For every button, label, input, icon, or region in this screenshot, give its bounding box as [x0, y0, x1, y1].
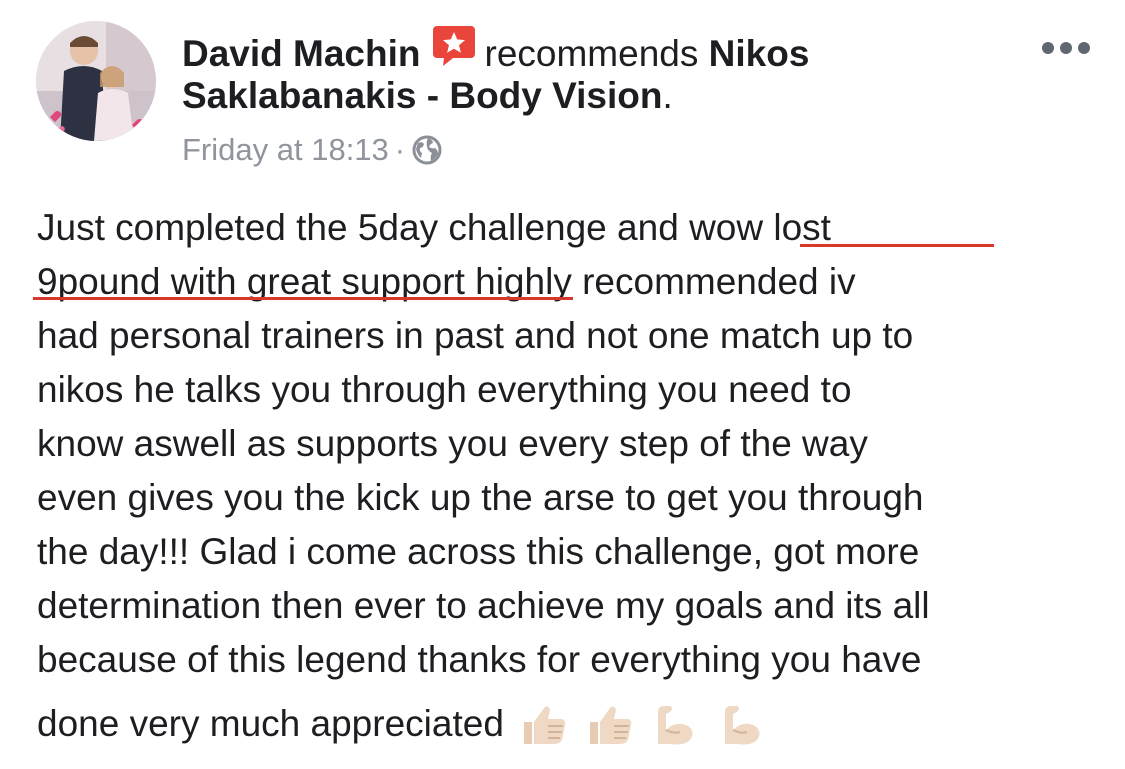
body-line: because of this legend thanks for everyt…	[37, 639, 922, 680]
highlighted-phrase: 9pound with great support	[37, 261, 465, 302]
timestamp[interactable]: Friday at 18:13	[182, 132, 389, 167]
body-line: done very much appreciated	[37, 697, 1107, 751]
recommend-star-icon	[431, 24, 477, 68]
more-options-icon[interactable]	[1038, 28, 1094, 68]
flexed-biceps-emoji	[717, 702, 767, 746]
avatar[interactable]	[36, 21, 156, 141]
post-meta: Friday at 18:13 ·	[182, 130, 443, 170]
body-line: nikos he talks you through everything yo…	[37, 369, 852, 410]
body-text-segment: done very much appreciated	[37, 703, 504, 744]
flexed-biceps-emoji	[650, 702, 700, 746]
body-line: determination then ever to achieve my go…	[37, 585, 930, 626]
body-line: 9pound with great support highly recomme…	[37, 255, 1107, 309]
meta-separator: ·	[394, 132, 406, 167]
annotation-underline	[33, 297, 573, 300]
body-line: the day!!! Glad i come across this chall…	[37, 531, 920, 572]
thumbs-up-emoji	[584, 702, 634, 746]
post-header-line-1: David Machin recommends Nikos	[182, 24, 809, 76]
body-text-segment: highly recommended iv	[464, 261, 856, 302]
header-period: .	[662, 75, 673, 116]
recommendation-post: David Machin recommends Nikos Saklabanak…	[0, 0, 1125, 769]
body-line: know aswell as supports you every step o…	[37, 423, 868, 464]
globe-icon[interactable]	[411, 134, 443, 166]
post-body: Just completed the 5day challenge and wo…	[37, 201, 1107, 751]
page-name-part1[interactable]: Nikos	[709, 33, 810, 74]
body-line: even gives you the kick up the arse to g…	[37, 477, 924, 518]
highlighted-phrase: wow lost	[689, 207, 831, 248]
annotation-underline	[800, 244, 994, 247]
thumbs-up-emoji	[518, 702, 568, 746]
body-text-segment: Just completed the 5day challenge and	[37, 207, 690, 248]
author-name[interactable]: David Machin	[182, 33, 421, 74]
body-line: had personal trainers in past and not on…	[37, 315, 914, 356]
emoji-group	[518, 702, 773, 761]
action-text: recommends	[484, 33, 699, 74]
post-header-line-2: Saklabanakis - Body Vision.	[182, 74, 673, 118]
page-name-part2[interactable]: Saklabanakis - Body Vision	[182, 75, 663, 116]
